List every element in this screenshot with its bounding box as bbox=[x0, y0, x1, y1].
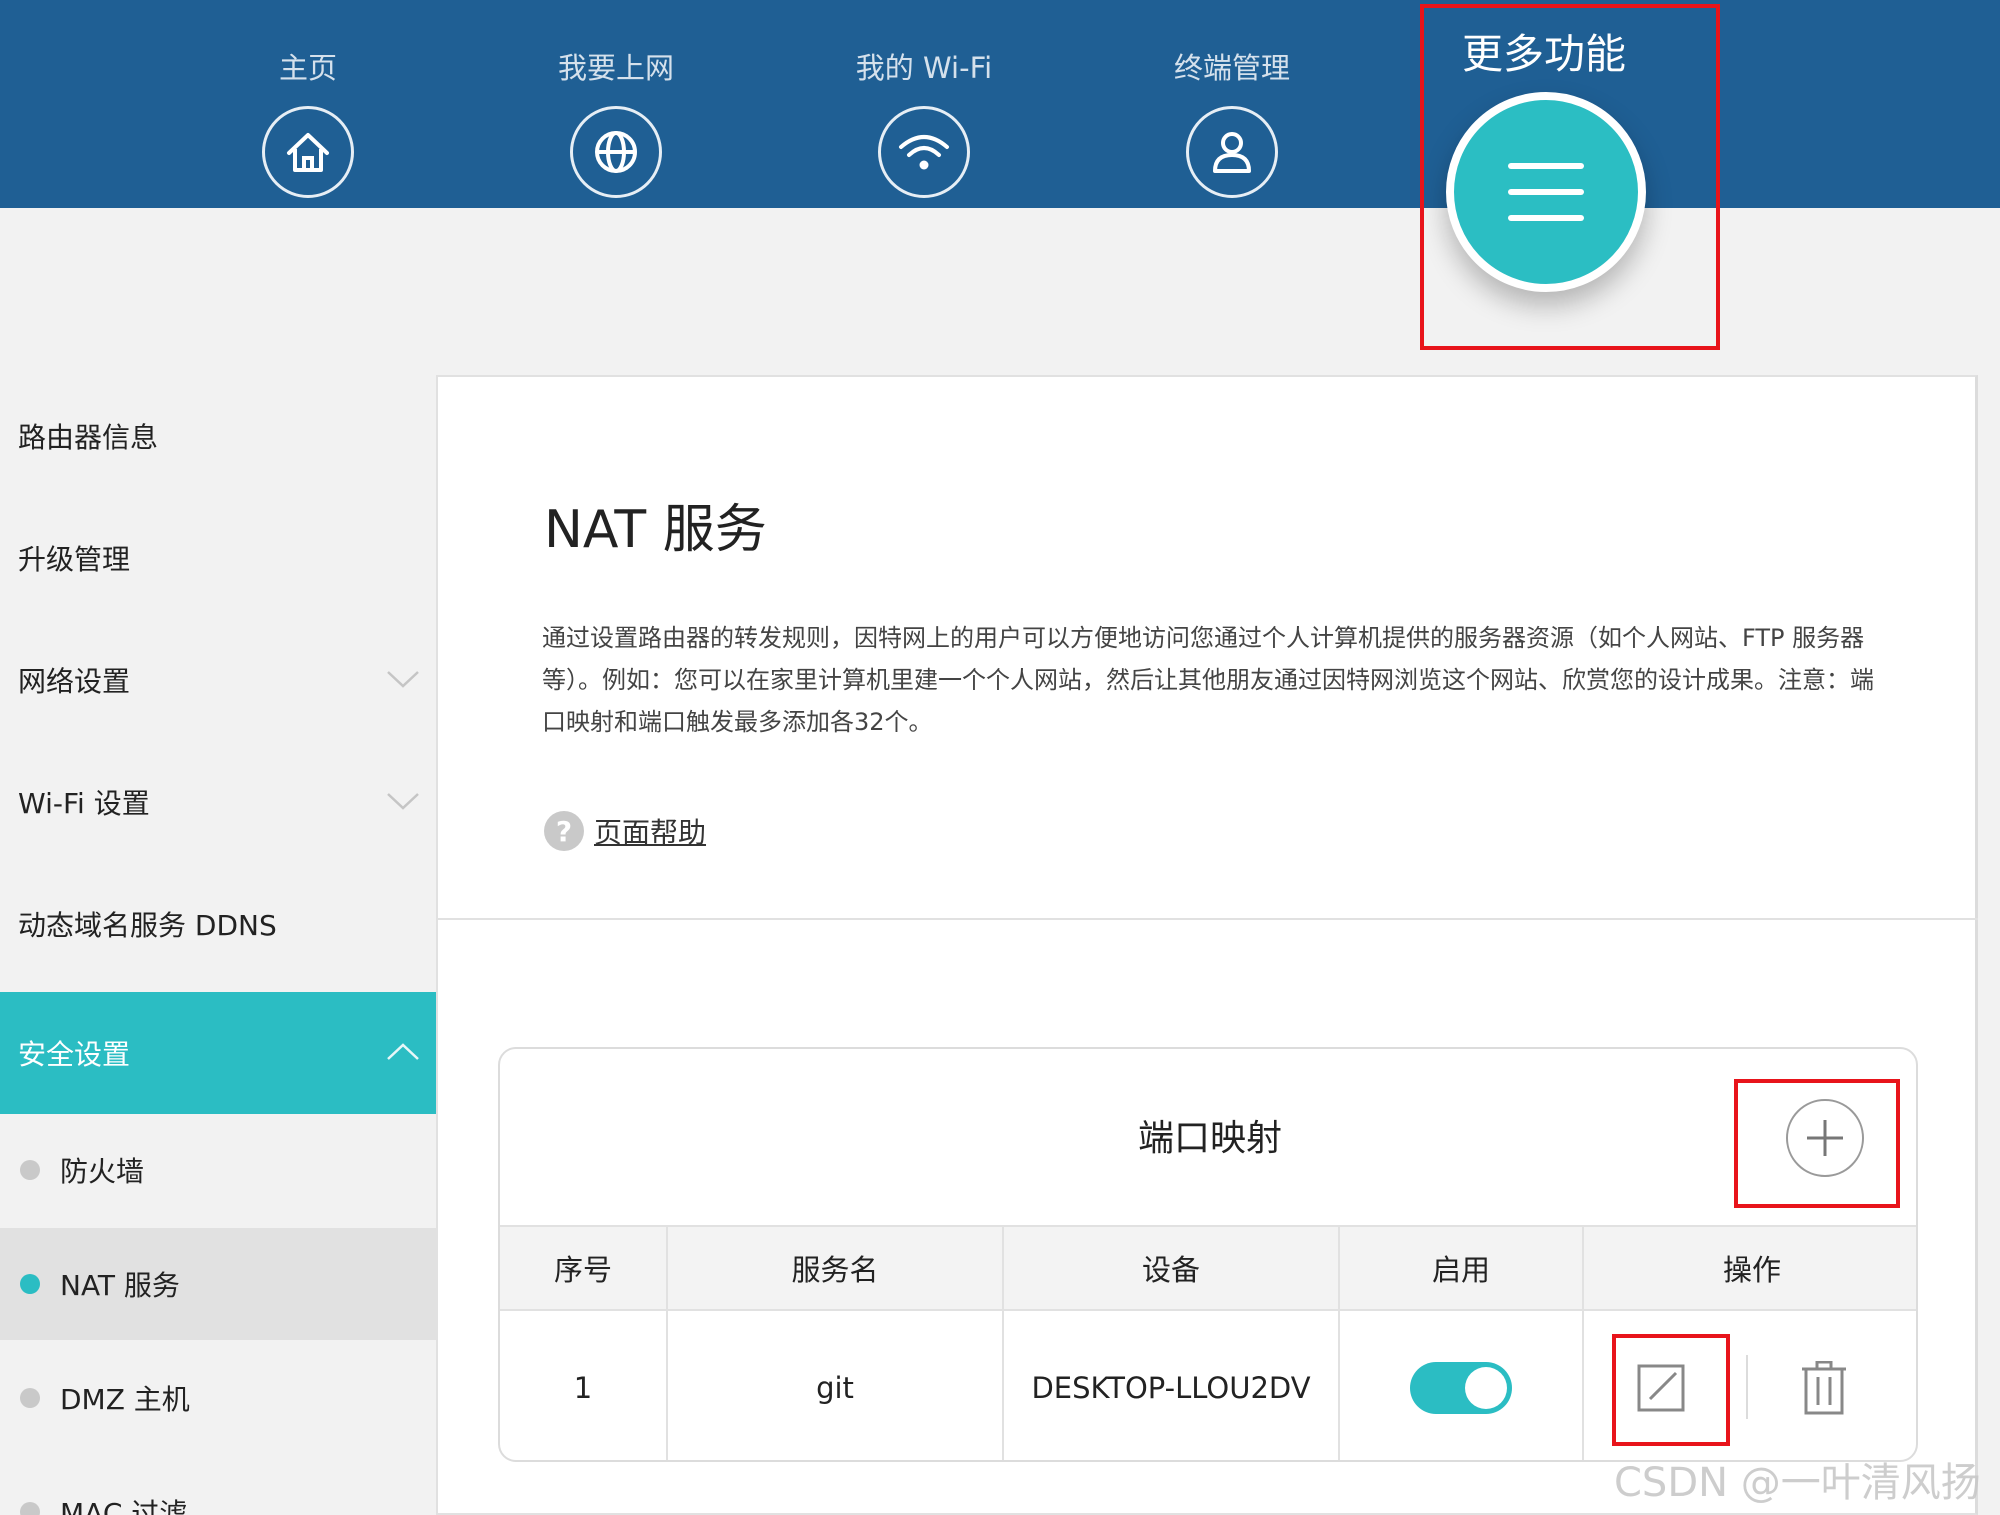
sidebar-sub-label: MAC 过滤 bbox=[60, 1497, 188, 1515]
nav-devices-label: 终端管理 bbox=[1173, 51, 1290, 85]
col-header-actions: 操作 bbox=[1722, 1253, 1781, 1287]
nav-internet[interactable]: 我要上网 bbox=[516, 48, 716, 198]
home-icon bbox=[262, 106, 354, 198]
help-link[interactable]: 页面帮助 bbox=[594, 811, 706, 851]
chevron-up-icon bbox=[387, 1043, 419, 1060]
sidebar-item-label: Wi-Fi 设置 bbox=[18, 787, 150, 820]
bullet-dot bbox=[20, 1388, 40, 1408]
sidebar: 路由器信息 升级管理 网络设置 Wi-Fi 设置 动态域名服务 DDNS 安全设… bbox=[0, 375, 436, 1515]
watermark: CSDN @一叶清风扬 bbox=[1614, 1460, 1981, 1506]
page-title: NAT 服务 bbox=[544, 500, 767, 560]
bullet-dot bbox=[20, 1274, 40, 1294]
cell-index: 1 bbox=[500, 1311, 668, 1460]
cell-device: DESKTOP-LLOU2DV bbox=[1004, 1311, 1340, 1460]
port-mapping-title: 端口映射 bbox=[1137, 1118, 1282, 1159]
table-header: 序号 服务名 设备 启用 操作 bbox=[500, 1225, 1916, 1311]
nav-home-label: 主页 bbox=[278, 51, 337, 85]
help-icon: ? bbox=[544, 811, 584, 851]
sidebar-item-label: 升级管理 bbox=[18, 543, 131, 576]
chevron-down-icon bbox=[387, 793, 419, 810]
main-panel: NAT 服务 通过设置路由器的转发规则，因特网上的用户可以方便地访问您通过个人计… bbox=[436, 375, 1978, 1515]
page-help[interactable]: ? 页面帮助 bbox=[544, 811, 706, 851]
highlight-more-box bbox=[1420, 4, 1720, 350]
sidebar-sub-dmz[interactable]: DMZ 主机 bbox=[0, 1342, 436, 1454]
toggle-knob bbox=[1465, 1366, 1507, 1409]
sidebar-sub-nat[interactable]: NAT 服务 bbox=[0, 1228, 436, 1340]
highlight-add-box bbox=[1734, 1079, 1900, 1208]
sidebar-item-label: 安全设置 bbox=[18, 1038, 131, 1071]
user-icon bbox=[1186, 106, 1278, 198]
sidebar-sub-label: 防火墙 bbox=[60, 1155, 145, 1188]
sidebar-sub-firewall[interactable]: 防火墙 bbox=[0, 1114, 436, 1226]
cell-service: git bbox=[668, 1311, 1004, 1460]
nav-wifi[interactable]: 我的 Wi-Fi bbox=[824, 48, 1024, 198]
divider bbox=[438, 918, 1978, 920]
col-header-enabled: 启用 bbox=[1340, 1227, 1584, 1309]
col-header-device: 设备 bbox=[1004, 1227, 1340, 1309]
bullet-dot bbox=[20, 1502, 40, 1515]
sidebar-sub-label: NAT 服务 bbox=[60, 1269, 180, 1302]
sidebar-item-label: 路由器信息 bbox=[18, 421, 159, 454]
col-header-index: 序号 bbox=[500, 1227, 668, 1309]
chevron-down-icon bbox=[387, 671, 419, 688]
sidebar-item-upgrade[interactable]: 升级管理 bbox=[0, 497, 436, 619]
sidebar-item-ddns[interactable]: 动态域名服务 DDNS bbox=[0, 863, 436, 985]
sidebar-sub-label: DMZ 主机 bbox=[60, 1383, 190, 1416]
sidebar-item-label: 动态域名服务 DDNS bbox=[18, 909, 277, 942]
nav-wifi-label: 我的 Wi-Fi bbox=[855, 51, 993, 85]
globe-icon bbox=[570, 106, 662, 198]
nav-devices[interactable]: 终端管理 bbox=[1132, 48, 1332, 198]
action-separator bbox=[1746, 1355, 1748, 1419]
sidebar-item-router-info[interactable]: 路由器信息 bbox=[0, 375, 436, 497]
sidebar-item-network[interactable]: 网络设置 bbox=[0, 619, 436, 741]
sidebar-item-label: 网络设置 bbox=[18, 665, 131, 698]
nav-internet-label: 我要上网 bbox=[557, 51, 674, 85]
enable-toggle[interactable] bbox=[1410, 1361, 1512, 1414]
sidebar-sub-mac-filter[interactable]: MAC 过滤 bbox=[0, 1456, 436, 1515]
cell-enabled bbox=[1340, 1311, 1584, 1460]
sidebar-item-security[interactable]: 安全设置 bbox=[0, 992, 436, 1114]
page-description: 通过设置路由器的转发规则，因特网上的用户可以方便地访问您通过个人计算机提供的服务… bbox=[542, 624, 1874, 736]
nav-home[interactable]: 主页 bbox=[208, 48, 408, 198]
col-header-service: 服务名 bbox=[668, 1227, 1004, 1309]
highlight-edit-box bbox=[1612, 1334, 1730, 1446]
wifi-icon bbox=[878, 106, 970, 198]
bullet-dot bbox=[20, 1160, 40, 1180]
sidebar-item-wifi[interactable]: Wi-Fi 设置 bbox=[0, 741, 436, 863]
trash-icon[interactable] bbox=[1800, 1361, 1848, 1415]
